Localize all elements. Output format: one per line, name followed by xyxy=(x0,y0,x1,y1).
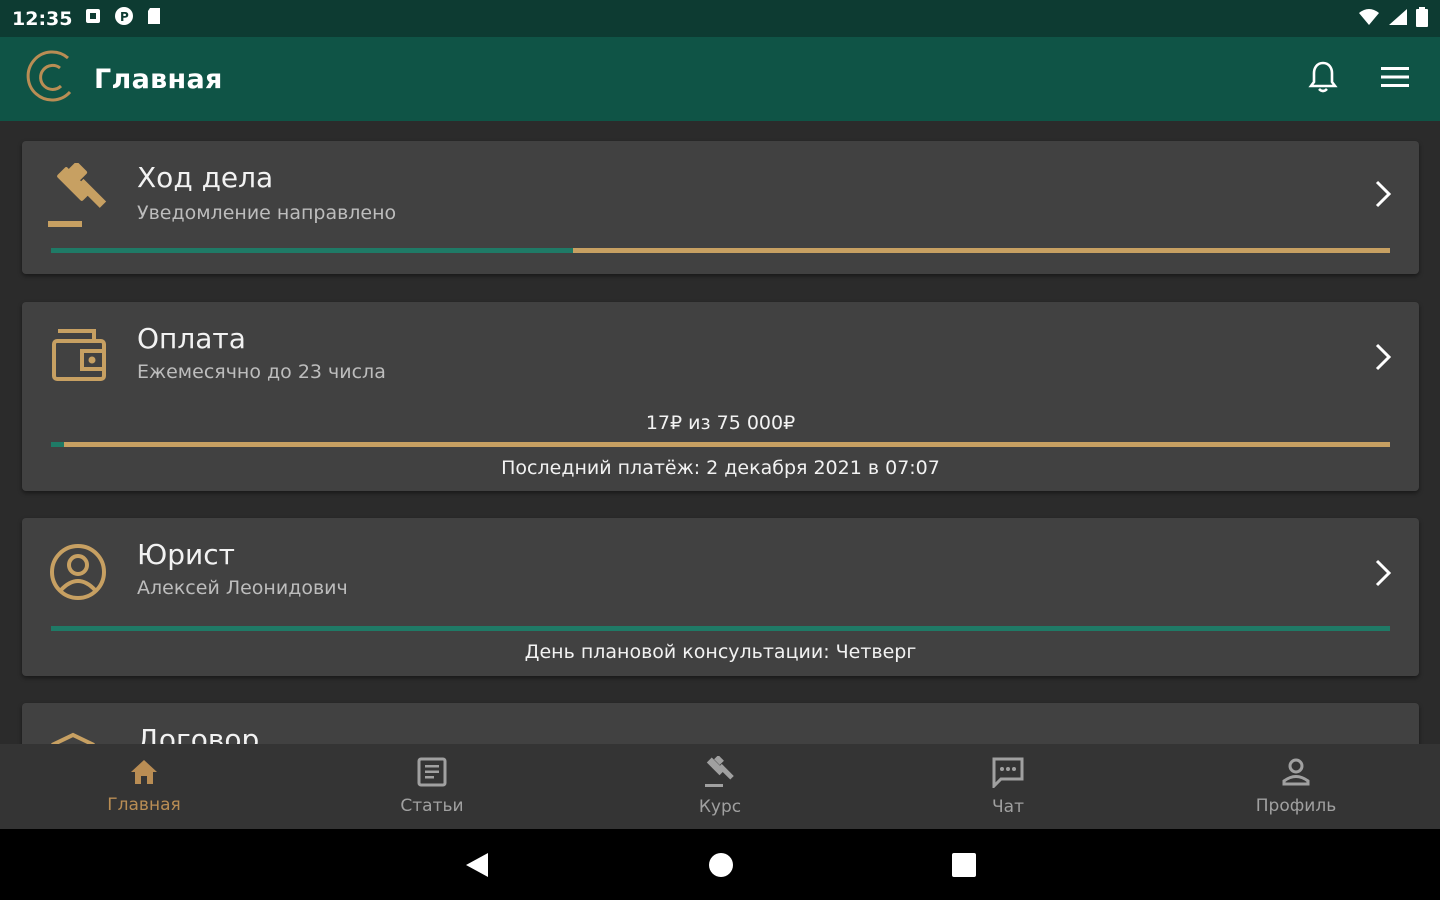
wallet-icon xyxy=(48,329,108,389)
app-bar-actions xyxy=(1308,60,1416,98)
case-status: Уведомление направлено xyxy=(137,202,397,224)
app-bar: Главная xyxy=(0,37,1440,121)
signal-icon xyxy=(1388,8,1408,30)
payment-amount: 17₽ из 75 000₽ xyxy=(645,412,796,434)
gavel-icon xyxy=(703,755,737,793)
article-icon xyxy=(417,757,447,792)
chevron-right-icon[interactable] xyxy=(1373,558,1393,592)
contract-title: Договор xyxy=(137,723,260,744)
wifi-icon xyxy=(1358,8,1380,30)
user-circle-icon xyxy=(48,542,108,606)
chat-icon xyxy=(991,756,1025,793)
status-bar: 12:35 P xyxy=(0,0,1440,37)
payment-progress-fill xyxy=(51,442,65,447)
payment-card[interactable]: Оплата Ежемесячно до 23 числа 17₽ из 75 … xyxy=(22,302,1419,491)
nav-home[interactable]: Главная xyxy=(0,744,288,829)
menu-icon[interactable] xyxy=(1380,65,1410,93)
nav-course-label: Курс xyxy=(698,797,742,817)
nav-profile[interactable]: Профиль xyxy=(1152,744,1440,829)
case-progress-bar xyxy=(51,248,1390,253)
lawyer-name: Алексей Леонидович xyxy=(137,577,348,599)
app-logo-icon xyxy=(24,48,78,110)
status-left: 12:35 P xyxy=(12,6,162,31)
nav-course[interactable]: Курс xyxy=(576,744,864,829)
lawyer-title: Юрист xyxy=(137,538,235,571)
nav-chat[interactable]: Чат xyxy=(864,744,1152,829)
system-navigation-bar xyxy=(0,829,1440,900)
contract-card[interactable]: Договор xyxy=(22,703,1419,744)
lawyer-card[interactable]: Юрист Алексей Леонидович День плановой к… xyxy=(22,518,1419,676)
recents-icon[interactable] xyxy=(951,852,977,882)
battery-icon xyxy=(1416,6,1428,31)
nav-home-label: Главная xyxy=(107,795,181,815)
page-title: Главная xyxy=(94,63,223,95)
payment-title: Оплата xyxy=(137,322,246,355)
nav-articles-label: Статьи xyxy=(400,796,464,816)
lawyer-progress-bar xyxy=(51,626,1390,631)
nav-profile-label: Профиль xyxy=(1255,796,1337,816)
document-icon xyxy=(48,731,98,744)
sd-card-icon xyxy=(146,7,162,30)
profile-icon xyxy=(1281,757,1311,792)
case-progress-fill xyxy=(51,248,574,253)
status-time: 12:35 xyxy=(12,7,73,30)
gavel-icon xyxy=(48,161,112,233)
chevron-right-icon[interactable] xyxy=(1373,342,1393,376)
payment-schedule: Ежемесячно до 23 числа xyxy=(137,361,386,383)
home-circle-icon[interactable] xyxy=(708,852,734,882)
chevron-right-icon[interactable] xyxy=(1373,179,1393,213)
nav-chat-label: Чат xyxy=(992,797,1024,817)
consultation-day-text: День плановой консультации: Четверг xyxy=(524,641,917,663)
payment-progress-bar xyxy=(51,442,1390,447)
status-right xyxy=(1358,6,1428,31)
case-title: Ход дела xyxy=(137,161,274,194)
home-icon xyxy=(129,758,159,791)
case-progress-card[interactable]: Ход дела Уведомление направлено xyxy=(22,141,1419,274)
bell-icon[interactable] xyxy=(1308,60,1338,98)
nav-articles[interactable]: Статьи xyxy=(288,744,576,829)
notification-icon-a xyxy=(84,7,102,30)
notification-icon-b: P xyxy=(114,6,134,31)
back-icon[interactable] xyxy=(464,851,490,883)
last-payment-text: Последний платёж: 2 декабря 2021 в 07:07 xyxy=(501,457,940,479)
svg-text:P: P xyxy=(120,10,129,24)
home-content[interactable]: Ход дела Уведомление направлено Оплата Е… xyxy=(0,121,1440,744)
lawyer-progress-fill xyxy=(51,626,1390,631)
bottom-navigation: Главная Статьи Курс Чат Профиль xyxy=(0,744,1440,829)
